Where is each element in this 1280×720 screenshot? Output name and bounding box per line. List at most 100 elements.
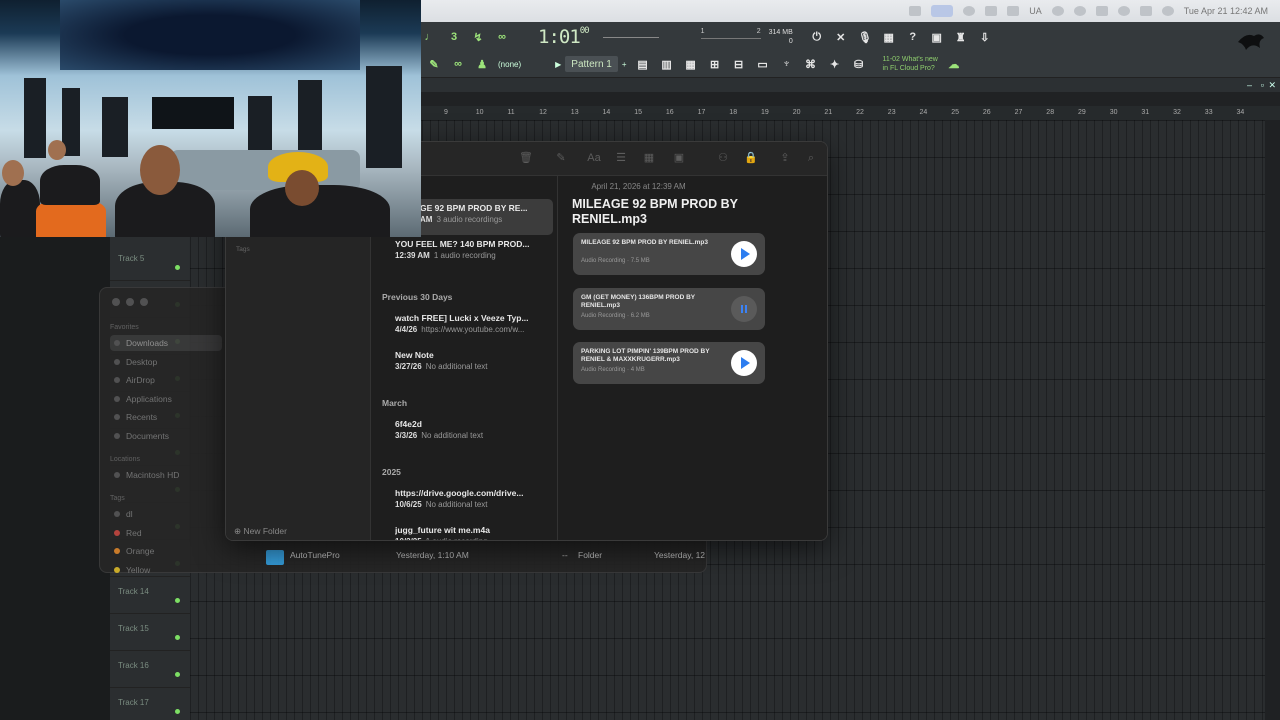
plugin-icon[interactable]: ♜ bbox=[953, 30, 969, 44]
sidebar-item[interactable]: Documents bbox=[110, 428, 222, 444]
track-header[interactable]: Track 14 bbox=[110, 577, 190, 614]
menubar-clock[interactable]: Tue Apr 21 12:42 AM bbox=[1184, 6, 1268, 16]
loop-record-icon[interactable]: ∞ bbox=[494, 30, 510, 44]
lock-icon[interactable]: 🔒 bbox=[744, 152, 758, 164]
sidebar-item[interactable]: Red bbox=[110, 525, 222, 541]
track-enable-led[interactable] bbox=[175, 709, 180, 714]
menubar-search-icon[interactable] bbox=[1117, 6, 1130, 16]
store-icon[interactable]: ⛁ bbox=[851, 57, 867, 71]
stamp-icon[interactable]: ♟ bbox=[474, 57, 490, 71]
compose-icon[interactable]: ✎ bbox=[554, 152, 568, 164]
tempo-tap-icon[interactable]: ✦ bbox=[827, 57, 843, 71]
menubar-focus-icon[interactable] bbox=[1073, 6, 1086, 16]
song-time-display[interactable]: 1:0100 bbox=[538, 26, 590, 48]
timeline-ruler[interactable]: 9 10 11 12 13 14 15 16 17 18 19 20 21 22 23 24 25 26 27 28 2… bbox=[420, 106, 1280, 120]
zoom-window-icon[interactable] bbox=[140, 298, 148, 306]
sidebar-item[interactable]: Downloads bbox=[110, 335, 222, 351]
menubar-status-icon[interactable] bbox=[963, 6, 976, 16]
table-icon[interactable]: ▦ bbox=[642, 152, 656, 164]
link-icon[interactable]: ∞ bbox=[450, 57, 466, 71]
sidebar-item[interactable]: Recents bbox=[110, 409, 222, 425]
whats-new-link[interactable]: 11-02 What's new in FL Cloud Pro? bbox=[883, 55, 938, 73]
media-icon[interactable]: ▣ bbox=[672, 152, 686, 164]
browser-icon[interactable]: ⊟ bbox=[731, 57, 747, 71]
reset-icon[interactable]: ⏻ bbox=[809, 30, 825, 44]
cloud-icon[interactable]: ☁ bbox=[946, 57, 962, 71]
note-list-item[interactable]: jugg_future wit me.m4a 10/2/25 1 audio rec… bbox=[371, 521, 557, 540]
collaborate-icon[interactable]: ⚇ bbox=[716, 152, 730, 164]
sidebar-item[interactable]: Orange bbox=[110, 543, 222, 559]
countdown-icon[interactable]: ↯ bbox=[470, 30, 486, 44]
playlist-scrollbar[interactable] bbox=[1265, 120, 1280, 720]
project-icon[interactable]: ▭ bbox=[755, 57, 771, 71]
close-window-icon[interactable] bbox=[112, 298, 120, 306]
help-icon[interactable]: ? bbox=[905, 30, 921, 44]
close-icon[interactable]: ✕ bbox=[1268, 80, 1276, 91]
metronome-icon[interactable]: ♩ bbox=[422, 30, 438, 44]
tempo-slider[interactable] bbox=[602, 36, 659, 38]
new-folder-button[interactable]: ⊕ New Folder bbox=[234, 526, 287, 537]
mixer-icon[interactable]: ⊞ bbox=[707, 57, 723, 71]
maximize-icon[interactable]: ▫ bbox=[1261, 80, 1264, 90]
pause-button[interactable] bbox=[731, 295, 757, 322]
sidebar-item[interactable]: Macintosh HD bbox=[110, 467, 222, 483]
pattern-none[interactable]: (none) bbox=[498, 60, 521, 69]
menubar-app-icon[interactable] bbox=[909, 6, 922, 16]
note-list-item[interactable]: YOU FEEL ME? 140 BPM PROD... 12:39 AM 1 au… bbox=[371, 235, 557, 271]
pattern-selector[interactable]: (none) ▶ Pattern 1 + bbox=[498, 56, 627, 72]
note-title[interactable]: MILEAGE 92 BPM PROD BY RENIEL.mp3 bbox=[572, 197, 762, 227]
menubar-play-icon[interactable] bbox=[1051, 6, 1064, 16]
pencil-icon[interactable]: ✎ bbox=[426, 57, 442, 71]
minimize-window-icon[interactable] bbox=[126, 298, 134, 306]
sidebar-item[interactable]: Applications bbox=[110, 391, 222, 407]
touch-keyboard-icon[interactable]: ⌘ bbox=[803, 57, 819, 71]
sidebar-item[interactable]: AirDrop bbox=[110, 372, 222, 388]
track-header[interactable]: Track 16 bbox=[110, 651, 190, 688]
note-editor[interactable]: April 21, 2026 at 12:39 AM MILEAGE 92 BP… bbox=[558, 176, 827, 540]
mic-icon[interactable]: 🎙 bbox=[857, 30, 873, 44]
play-button[interactable] bbox=[731, 241, 757, 267]
share-icon[interactable]: ⇪ bbox=[778, 152, 792, 164]
menubar-siri-icon[interactable] bbox=[1161, 6, 1174, 16]
track-enable-led[interactable] bbox=[175, 672, 180, 677]
track-enable-led[interactable] bbox=[175, 635, 180, 640]
trash-icon[interactable]: 🗑 bbox=[519, 152, 533, 164]
menubar-screen-record-icon[interactable] bbox=[931, 5, 954, 17]
piano-roll-icon[interactable]: ▥ bbox=[659, 57, 675, 71]
plugin-picker-icon[interactable]: ♆ bbox=[779, 57, 795, 71]
pattern-box[interactable]: Pattern 1 bbox=[565, 56, 618, 72]
checklist-icon[interactable]: ☰ bbox=[614, 152, 628, 164]
track-header[interactable]: Track 17 bbox=[110, 688, 190, 720]
format-icon[interactable]: Aa bbox=[587, 152, 601, 164]
menubar-control-center-icon[interactable] bbox=[1139, 6, 1152, 16]
search-icon[interactable]: ⌕ bbox=[804, 152, 818, 164]
sidebar-item[interactable]: dl bbox=[110, 506, 222, 522]
note-list-item[interactable]: https://drive.google.com/drive... 10/6/25… bbox=[371, 484, 557, 520]
menubar-creative-cloud-icon[interactable] bbox=[985, 6, 998, 16]
tools-icon[interactable]: ▦ bbox=[881, 30, 897, 44]
export-icon[interactable]: ⇩ bbox=[977, 30, 993, 44]
minimize-icon[interactable]: – bbox=[1247, 80, 1252, 90]
sidebar-item[interactable]: Yellow bbox=[110, 562, 222, 578]
menubar-k-icon[interactable] bbox=[1007, 6, 1020, 16]
track-enable-led[interactable] bbox=[175, 265, 180, 270]
channel-rack-icon[interactable]: ▦ bbox=[683, 57, 699, 71]
track-header[interactable]: Track 5 bbox=[110, 244, 190, 281]
menubar-input-label[interactable]: UA bbox=[1029, 6, 1042, 16]
note-list-item[interactable]: 6f4e2d 3/3/26 No additional text bbox=[371, 415, 557, 451]
play-button[interactable] bbox=[731, 350, 757, 376]
note-list-item[interactable]: watch FREE] Lucki x Veeze Typ... 4/4/26 ht… bbox=[371, 309, 557, 345]
playlist-icon[interactable]: ▤ bbox=[635, 57, 651, 71]
note-list-item[interactable]: New Note 3/27/26 No additional text bbox=[371, 346, 557, 382]
track-enable-led[interactable] bbox=[175, 598, 180, 603]
track-header[interactable]: Track 15 bbox=[110, 614, 190, 651]
wait-input-icon[interactable]: 3 bbox=[446, 30, 462, 44]
save-icon[interactable]: ▣ bbox=[929, 30, 945, 44]
audio-recording-card[interactable]: GM (GET MONEY) 136BPM PROD BY RENIEL.mp3… bbox=[573, 287, 765, 330]
panic-icon[interactable]: ✕ bbox=[833, 30, 849, 44]
finder-file-row[interactable]: AutoTunePro Yesterday, 1:10 AM -- Folder… bbox=[248, 544, 708, 566]
audio-recording-card[interactable]: PARKING LOT PIMPIN' 139BPM PROD BY RENIE… bbox=[573, 342, 765, 384]
sidebar-item[interactable]: Desktop bbox=[110, 354, 222, 370]
audio-recording-card[interactable]: MILEAGE 92 BPM PROD BY RENIEL.mp3 Audio R… bbox=[573, 233, 765, 275]
menubar-wifi-icon[interactable] bbox=[1095, 6, 1108, 16]
